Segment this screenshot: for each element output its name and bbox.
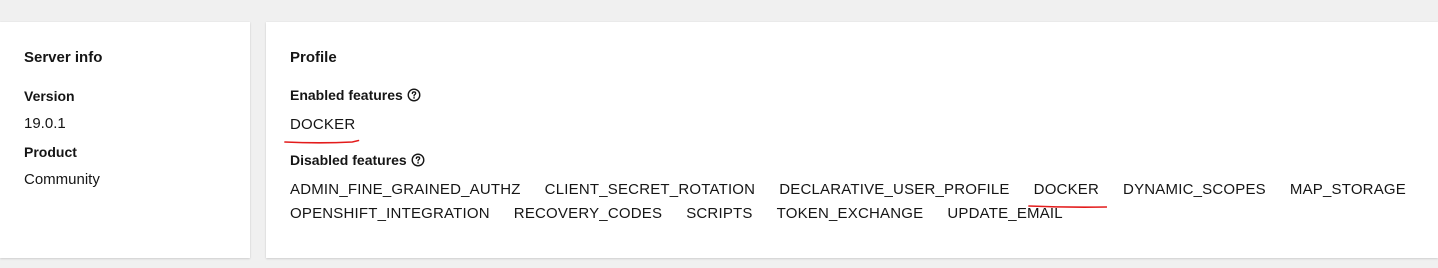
- enabled-feature-docker: DOCKER: [284, 115, 360, 144]
- disabled-feature-item: MAP_STORAGE: [1289, 181, 1406, 198]
- product-label: Product: [24, 144, 77, 160]
- disabled-feature-item: SCRIPTS: [686, 205, 753, 222]
- enabled-features-list: DOCKER: [284, 115, 1414, 144]
- product-value: Community: [24, 171, 100, 188]
- feature-label: DOCKER: [1033, 181, 1100, 198]
- disabled-features-list: ADMIN_FINE_GRAINED_AUTHZ CLIENT_SECRET_R…: [290, 180, 1414, 224]
- feature-label: DOCKER: [290, 116, 356, 133]
- disabled-feature-docker: DOCKER: [1027, 180, 1107, 208]
- disabled-feature-item: CLIENT_SECRET_ROTATION: [544, 181, 756, 198]
- disabled-features-heading: Disabled features: [290, 150, 1414, 170]
- disabled-features-label: Disabled features: [290, 152, 407, 168]
- question-circle-icon[interactable]: [407, 88, 421, 102]
- server-info-title: Server info: [24, 49, 103, 66]
- version-label: Version: [24, 88, 75, 104]
- profile-card: Profile Enabled features DOCKER Disabled…: [266, 22, 1438, 258]
- disabled-feature-item: UPDATE_EMAIL: [947, 205, 1063, 222]
- enabled-features-heading: Enabled features: [290, 85, 1414, 105]
- disabled-feature-item: DECLARATIVE_USER_PROFILE: [779, 181, 1010, 198]
- server-info-card: Server info Version 19.0.1 Product Commu…: [0, 22, 250, 258]
- enabled-features-label: Enabled features: [290, 87, 403, 103]
- profile-title: Profile: [290, 49, 337, 66]
- disabled-feature-item: TOKEN_EXCHANGE: [776, 205, 924, 222]
- disabled-feature-item: OPENSHIFT_INTEGRATION: [290, 205, 490, 222]
- disabled-feature-item: RECOVERY_CODES: [513, 205, 663, 222]
- red-underline-annotation: [284, 138, 363, 144]
- disabled-feature-item: DYNAMIC_SCOPES: [1123, 181, 1266, 198]
- disabled-feature-item: ADMIN_FINE_GRAINED_AUTHZ: [290, 181, 521, 198]
- version-value: 19.0.1: [24, 115, 66, 132]
- question-circle-icon[interactable]: [411, 153, 425, 167]
